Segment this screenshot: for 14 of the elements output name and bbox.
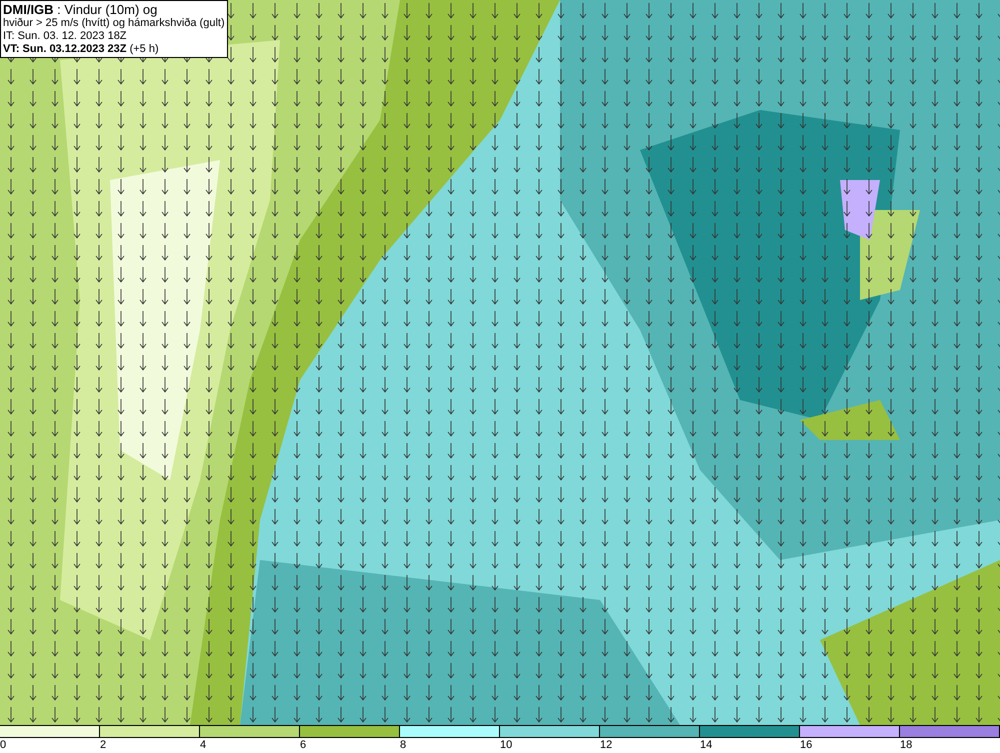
title-line: VT: Sun. 03.12.2023 23Z (+5 h) (3, 43, 160, 56)
legend-label: 12 (600, 738, 612, 752)
title-line: IT: Sun. 03. 12. 2023 18Z (3, 30, 128, 43)
title-line: hviður > 25 m/s (hvítt) og hámarkshviða (gult) (3, 17, 225, 30)
legend-label: 8 (400, 738, 406, 752)
legend-label: 0 (0, 738, 6, 752)
legend-label: 16 (800, 738, 812, 752)
legend-label: 14 (700, 738, 712, 752)
legend-label: 6 (300, 738, 306, 752)
legend-label: 18 (900, 738, 912, 752)
legend-label: 4 (200, 738, 206, 752)
title-line: DMI/IGB : Vindur (10m) og (3, 2, 158, 17)
legend-label: 2 (100, 738, 106, 752)
legend-label: 10 (500, 738, 512, 752)
